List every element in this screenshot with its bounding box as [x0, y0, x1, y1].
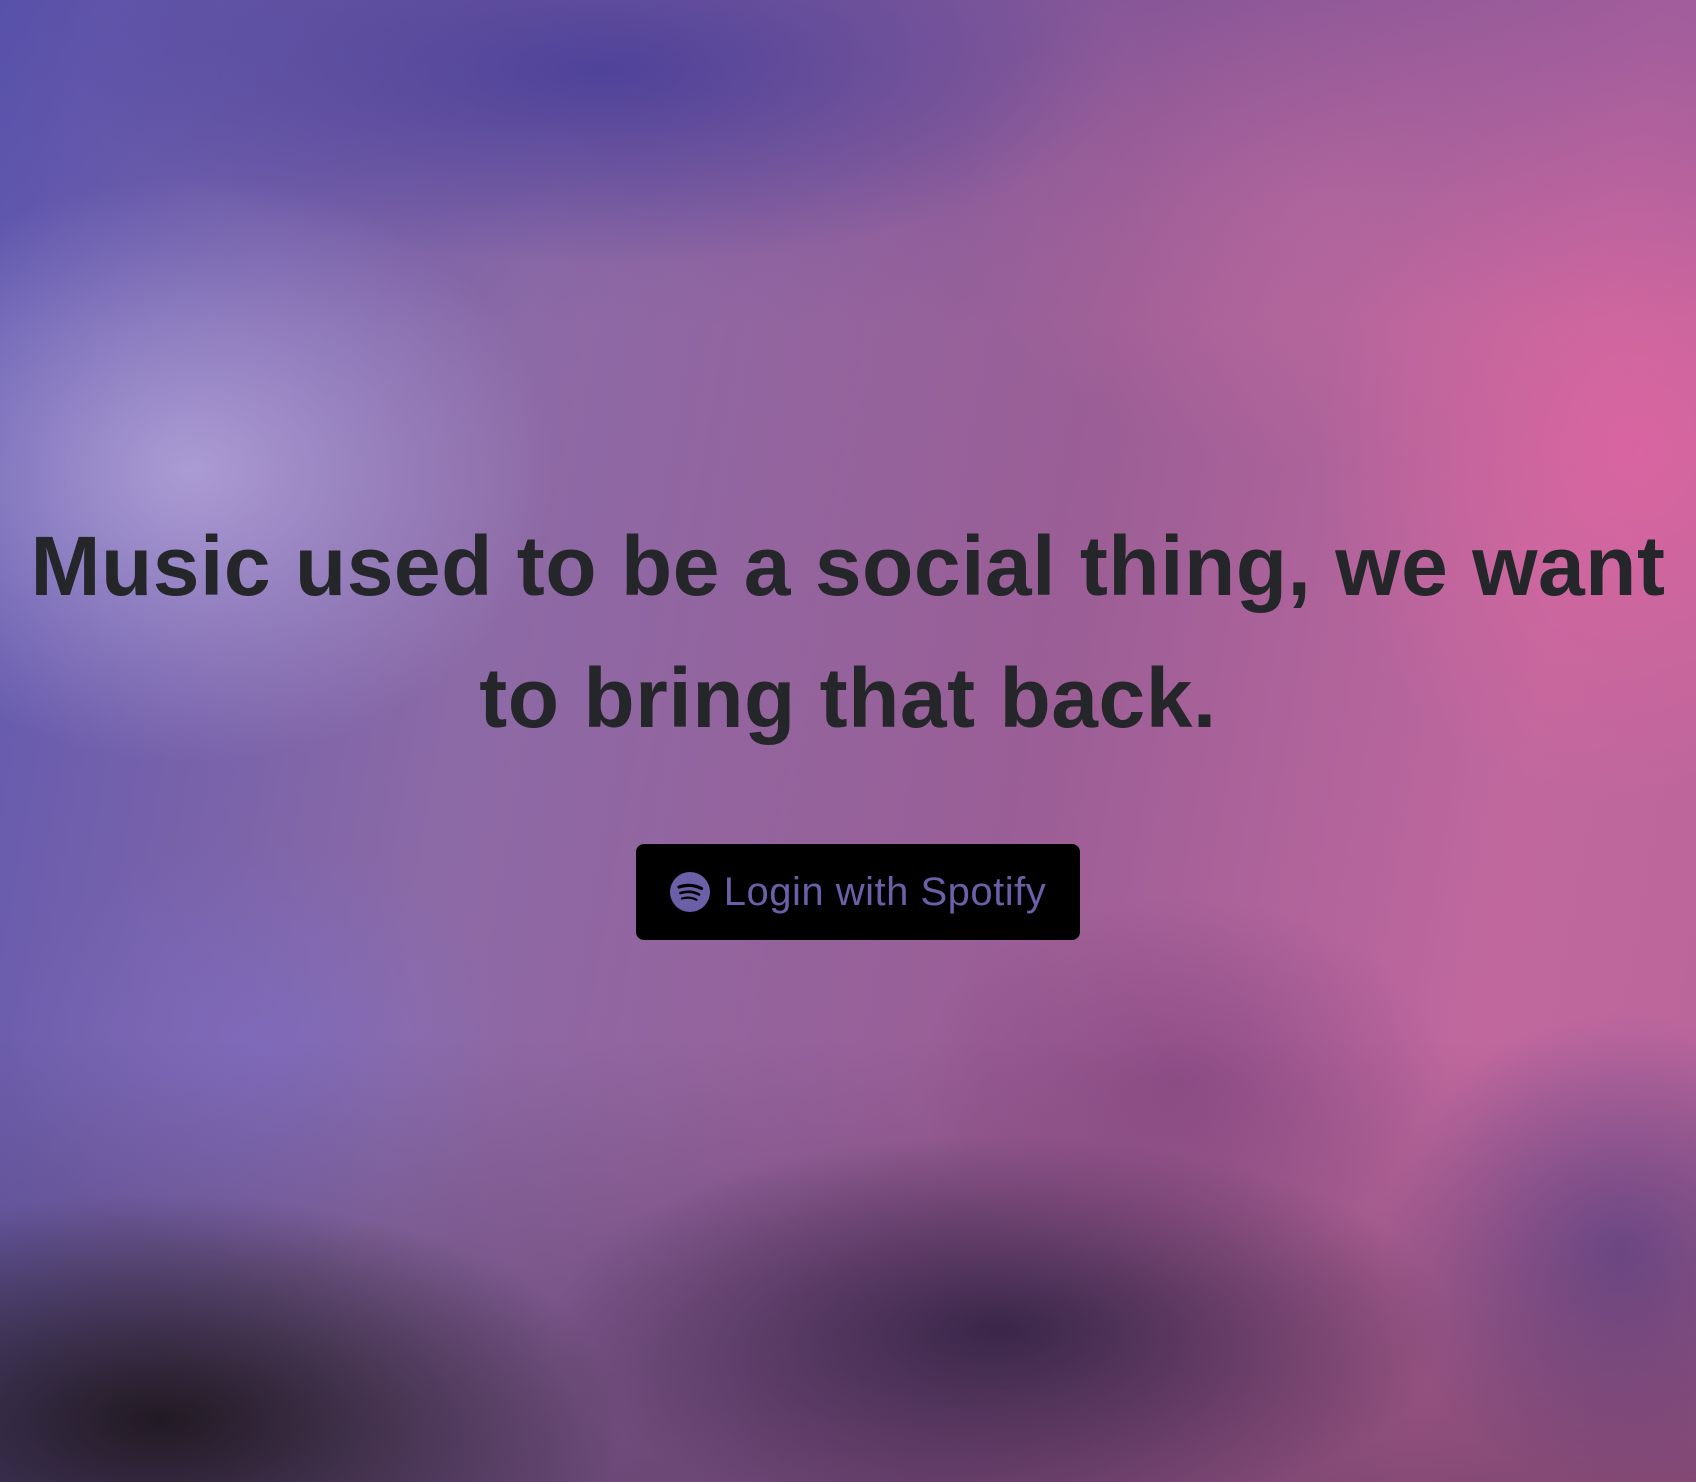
headline: Music used to be a social thing, we want… — [18, 500, 1678, 764]
login-button-label: Login with Spotify — [723, 869, 1047, 914]
login-with-spotify-button[interactable]: Login with Spotify — [636, 844, 1080, 940]
headline-line-1: Music used to be a social thing, we want — [30, 519, 1666, 613]
hero-section: Music used to be a social thing, we want… — [0, 500, 1696, 940]
spotify-icon — [669, 872, 710, 912]
headline-line-2: to bring that back. — [479, 651, 1217, 745]
